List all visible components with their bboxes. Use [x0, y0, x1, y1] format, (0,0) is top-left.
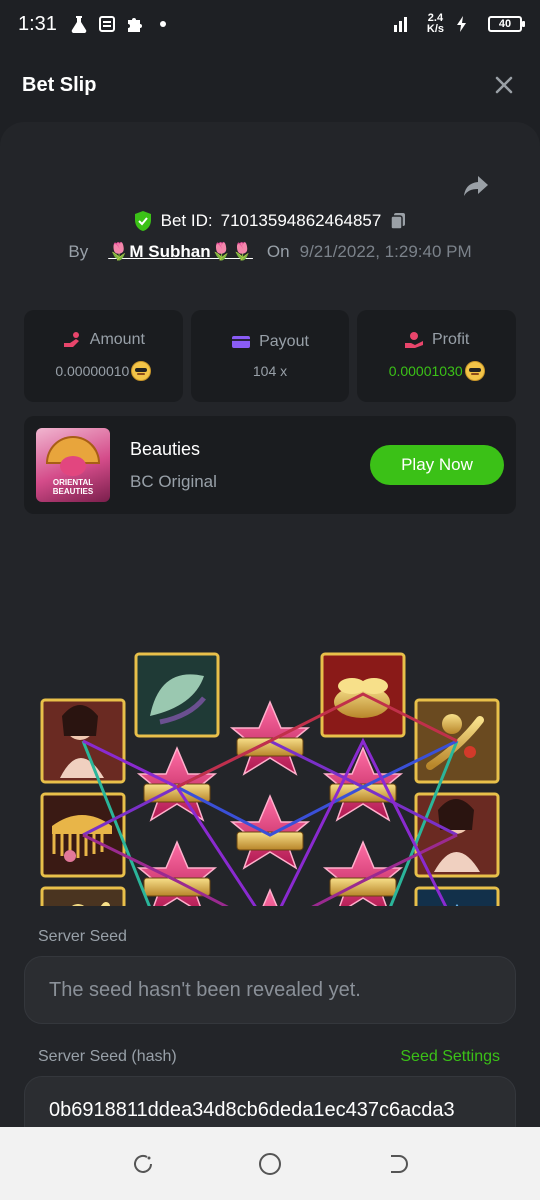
- money-hand-icon: [63, 332, 79, 347]
- symbol-gold-pin: [40, 886, 126, 906]
- payout-value: 104 x: [252, 363, 288, 379]
- back-icon: [390, 1154, 408, 1173]
- dot-icon: [153, 14, 173, 34]
- server-seed-hash-field[interactable]: 0b6918811ddea34d8cb6deda1ec437c6acda3: [24, 1076, 516, 1127]
- verified-shield-icon: [134, 211, 151, 231]
- on-label: On: [266, 242, 290, 261]
- battery-indicator: 40: [488, 16, 525, 32]
- bet-date: 9/21/2022, 1:29:40 PM: [299, 242, 472, 261]
- amount-label: Amount: [89, 331, 145, 348]
- payout-box: Payout 104 x: [190, 310, 350, 402]
- back-button[interactable]: [381, 1148, 413, 1180]
- coin-icon: [131, 361, 152, 381]
- copy-icon[interactable]: [389, 212, 407, 230]
- coin-icon: [464, 361, 485, 381]
- server-seed-hash-label: Server Seed (hash): [38, 1048, 177, 1065]
- system-nav-bar: [0, 1127, 540, 1200]
- profit-box: Profit 0.00001030: [357, 310, 517, 402]
- symbol-wild: [231, 889, 309, 906]
- symbol-wild: [138, 747, 216, 821]
- home-icon: [258, 1152, 281, 1175]
- bet-stats: Amount 0.00000010 Payout 104 x Profit 0.…: [24, 310, 517, 402]
- symbol-wild: [231, 701, 309, 775]
- status-time: 1:31: [18, 12, 57, 35]
- recents-button[interactable]: [127, 1148, 159, 1180]
- share-button[interactable]: [462, 174, 490, 198]
- play-now-button[interactable]: Play Now: [370, 445, 504, 485]
- username-link[interactable]: 🌷M Subhan🌷🌷: [108, 242, 253, 262]
- symbol-fan: [134, 652, 220, 738]
- news-icon: [97, 14, 117, 34]
- flask-icon: [69, 14, 89, 34]
- close-button[interactable]: [490, 71, 518, 99]
- profit-value: 0.00001030: [388, 363, 463, 379]
- symbol-wild: [231, 795, 309, 869]
- bet-id-value: 71013594862464857: [220, 211, 382, 230]
- bet-slip-panel: Bet ID: 71013594862464857 By 🌷M Subhan🌷🌷…: [0, 122, 540, 1127]
- profit-hand-icon: [405, 332, 423, 348]
- net-speed-unit: K/s: [426, 23, 444, 35]
- recents-icon: [134, 1154, 153, 1173]
- bet-id-label: Bet ID:: [160, 211, 213, 230]
- home-button[interactable]: [254, 1148, 286, 1180]
- bettor-row: By 🌷M Subhan🌷🌷 On 9/21/2022, 1:29:40 PM: [0, 242, 540, 262]
- close-icon: [495, 76, 513, 94]
- page-title: Bet Slip: [22, 73, 97, 96]
- signal-icon: [391, 14, 411, 34]
- share-icon: [464, 176, 488, 196]
- amount-box: Amount 0.00000010: [24, 310, 183, 402]
- symbol-lotus: [414, 886, 500, 906]
- bet-id-row: Bet ID: 71013594862464857: [0, 210, 540, 232]
- payout-label: Payout: [259, 333, 309, 350]
- game-name: Beauties: [130, 438, 201, 459]
- profit-label: Profit: [432, 331, 470, 348]
- header: Bet Slip: [0, 48, 540, 122]
- amount-value: 0.00000010: [55, 363, 130, 379]
- charging-icon: [452, 14, 472, 34]
- server-seed-label: Server Seed: [38, 928, 127, 945]
- symbol-wild: [324, 747, 402, 821]
- by-label: By: [68, 242, 89, 261]
- slot-result-grid: [40, 652, 500, 906]
- wallet-icon: [232, 336, 251, 348]
- game-thumbnail-text: ORIENTAL BEAUTIES: [52, 478, 94, 496]
- game-row: ORIENTAL BEAUTIES Beauties BC Original P…: [24, 416, 516, 514]
- game-provider: BC Original: [130, 471, 217, 491]
- network-speed: 2.4 K/s: [427, 13, 444, 35]
- status-bar: 1:31 2.4 K/s 40: [0, 0, 540, 48]
- seed-settings-link[interactable]: Seed Settings: [400, 1048, 500, 1066]
- puzzle-icon: [125, 14, 145, 34]
- game-thumbnail[interactable]: ORIENTAL BEAUTIES: [36, 428, 110, 502]
- server-seed-field: The seed hasn't been revealed yet.: [24, 956, 516, 1024]
